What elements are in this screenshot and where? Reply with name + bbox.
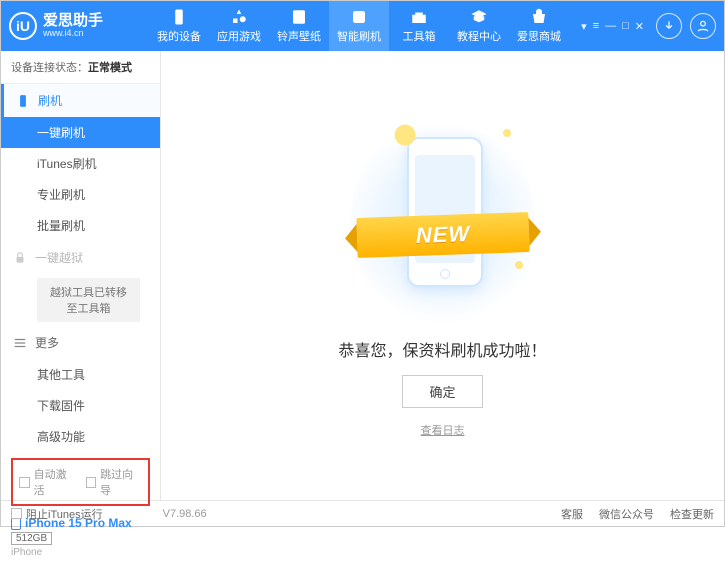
section-label: 一键越狱 [35,249,83,266]
nav-store[interactable]: 爱思商城 [509,1,569,51]
app-logo: iU 爱思助手 www.i4.cn [9,12,149,40]
brand-name: 爱思助手 [43,13,103,30]
nav-ringtones[interactable]: 铃声壁纸 [269,1,329,51]
sidebar-item-advanced[interactable]: 高级功能 [1,421,160,452]
dropdown-icon[interactable]: ▾ [581,20,587,33]
sidebar-item-batch[interactable]: 批量刷机 [1,210,160,241]
sidebar: 设备连接状态：正常模式 刷机 一键刷机 iTunes刷机 专业刷机 批量刷机 一… [1,51,161,500]
flash-icon [350,8,368,26]
nav-label: 爱思商城 [517,28,561,44]
user-button[interactable] [690,13,716,39]
sidebar-item-itunes[interactable]: iTunes刷机 [1,148,160,179]
sidebar-item-oneclick[interactable]: 一键刷机 [1,117,160,148]
nav-tutorials[interactable]: 教程中心 [449,1,509,51]
brand-url: www.i4.cn [43,29,103,39]
section-label: 刷机 [38,92,62,109]
version-text: V7.98.66 [163,508,207,520]
checkbox-label: 自动激活 [34,466,76,498]
top-nav: 我的设备 应用游戏 铃声壁纸 智能刷机 工具箱 教程中心 爱思商城 [149,1,581,51]
storage-badge: 512GB [11,532,52,545]
success-message: 恭喜您，保资料刷机成功啦！ [338,337,546,361]
download-button[interactable] [656,13,682,39]
options-row: 自动激活 跳过向导 [11,458,150,506]
store-icon [530,8,548,26]
logo-icon: iU [9,12,37,40]
nav-label: 铃声壁纸 [277,28,321,44]
nav-flash[interactable]: 智能刷机 [329,1,389,51]
maximize-icon[interactable]: □ [622,20,629,33]
success-illustration: NEW [363,123,523,323]
status-value: 正常模式 [88,62,132,74]
connection-status: 设备连接状态：正常模式 [1,51,160,84]
device-type: iPhone [11,547,150,558]
title-controls: ▾ ≡ — □ ✕ [581,13,716,39]
footer-link-wechat[interactable]: 微信公众号 [599,506,654,522]
main-content: NEW 恭喜您，保资料刷机成功啦！ 确定 查看日志 [161,51,724,500]
lock-icon [13,251,27,265]
nav-label: 工具箱 [403,28,436,44]
section-more[interactable]: 更多 [1,326,160,359]
phone-icon [170,8,188,26]
window-controls: ▾ ≡ — □ ✕ [581,20,644,33]
footer-link-support[interactable]: 客服 [561,506,583,522]
nav-toolbox[interactable]: 工具箱 [389,1,449,51]
nav-label: 应用游戏 [217,28,261,44]
new-ribbon: NEW [356,212,529,258]
jailbreak-note: 越狱工具已转移至工具箱 [37,278,140,322]
sidebar-item-firmware[interactable]: 下载固件 [1,390,160,421]
nav-label: 教程中心 [457,28,501,44]
sidebar-item-pro[interactable]: 专业刷机 [1,179,160,210]
ok-button[interactable]: 确定 [402,375,482,408]
ribbon-text: NEW [415,221,470,249]
section-label: 更多 [35,334,59,351]
graduation-icon [470,8,488,26]
sidebar-item-other[interactable]: 其他工具 [1,359,160,390]
nav-apps[interactable]: 应用游戏 [209,1,269,51]
checkbox-label: 跳过向导 [100,466,142,498]
auto-activate-checkbox[interactable]: 自动激活 [19,466,76,498]
list-icon [13,336,27,350]
minimize-icon[interactable]: — [605,20,616,33]
checkbox-label: 阻止iTunes运行 [26,506,103,522]
nav-label: 智能刷机 [337,28,381,44]
nav-label: 我的设备 [157,28,201,44]
phone-icon [16,94,30,108]
apps-icon [230,8,248,26]
close-icon[interactable]: ✕ [635,20,644,33]
skip-guide-checkbox[interactable]: 跳过向导 [86,466,143,498]
nav-my-device[interactable]: 我的设备 [149,1,209,51]
footer-link-update[interactable]: 检查更新 [670,506,714,522]
section-flash[interactable]: 刷机 [1,84,160,117]
view-log-link[interactable]: 查看日志 [421,422,465,438]
titlebar: iU 爱思助手 www.i4.cn 我的设备 应用游戏 铃声壁纸 智能刷机 工具… [1,1,724,51]
menu-icon[interactable]: ≡ [593,20,599,33]
section-jailbreak: 一键越狱 [1,241,160,274]
toolbox-icon [410,8,428,26]
status-label: 设备连接状态： [11,62,88,74]
music-icon [290,8,308,26]
block-itunes-checkbox[interactable]: 阻止iTunes运行 [11,506,103,522]
